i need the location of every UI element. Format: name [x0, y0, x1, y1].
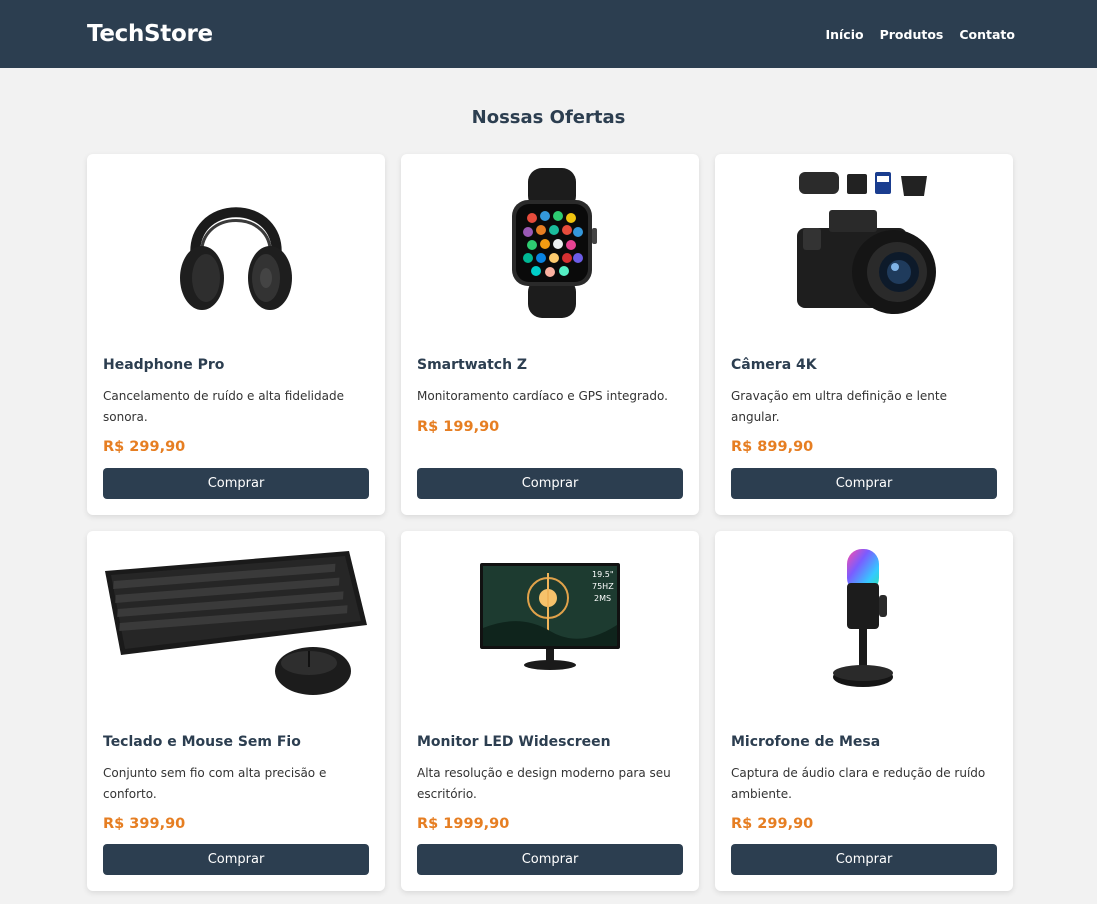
microphone-image — [731, 543, 997, 695]
monitor-spec-response: 2MS — [594, 594, 611, 603]
product-price: R$ 199,90 — [417, 418, 500, 435]
product-price: R$ 299,90 — [731, 816, 814, 832]
brand-logo[interactable]: TechStore — [87, 21, 213, 47]
product-description: Alta resolução e design moderno para seu… — [417, 766, 671, 801]
product-description: Cancelamento de ruído e alta fidelidade … — [103, 389, 344, 424]
product-title: Monitor LED Widescreen — [417, 734, 611, 750]
product-price: R$ 299,90 — [103, 439, 186, 455]
product-price: R$ 899,90 — [731, 439, 814, 455]
product-card-microphone: Microfone de Mesa Captura de áudio clara… — [715, 531, 1013, 891]
buy-button[interactable]: Comprar — [103, 468, 369, 499]
product-card-camera: Câmera 4K Gravação em ultra definição e … — [715, 154, 1013, 515]
product-description: Conjunto sem fio com alta precisão e con… — [103, 766, 327, 801]
product-title: Microfone de Mesa — [731, 734, 881, 750]
nav-link-contato[interactable]: Contato — [959, 27, 1015, 42]
product-grid: Headphone Pro Cancelamento de ruído e al… — [87, 154, 1015, 891]
product-card-smartwatch: Smartwatch Z Monitoramento cardíaco e GP… — [401, 154, 699, 515]
nav-link-produtos[interactable]: Produtos — [880, 27, 944, 42]
product-price: R$ 399,90 — [103, 816, 186, 832]
nav-link-inicio[interactable]: Início — [825, 27, 863, 42]
top-navbar: TechStore Início Produtos Contato — [0, 0, 1097, 68]
buy-button[interactable]: Comprar — [103, 844, 369, 875]
buy-button[interactable]: Comprar — [731, 468, 997, 499]
camera-image — [731, 166, 997, 318]
product-title: Teclado e Mouse Sem Fio — [103, 734, 301, 750]
smartwatch-image — [417, 166, 683, 318]
section-title: Nossas Ofertas — [471, 107, 626, 128]
buy-button[interactable]: Comprar — [417, 468, 683, 499]
monitor-image: 19.5" 75HZ 2MS — [417, 543, 683, 695]
product-description: Monitoramento cardíaco e GPS integrado. — [417, 389, 668, 403]
monitor-spec-size: 19.5" — [592, 570, 614, 579]
product-description: Captura de áudio clara e redução de ruíd… — [731, 766, 986, 801]
product-price: R$ 1999,90 — [417, 816, 510, 832]
product-title: Headphone Pro — [103, 357, 225, 373]
product-card-monitor: 19.5" 75HZ 2MS Monitor LED Widescreen Al… — [401, 531, 699, 891]
product-title: Câmera 4K — [731, 357, 817, 373]
main-nav: Início Produtos Contato — [825, 27, 1015, 42]
product-card-headphone: Headphone Pro Cancelamento de ruído e al… — [87, 154, 385, 515]
product-title: Smartwatch Z — [417, 357, 528, 373]
product-card-keyboard-mouse: Teclado e Mouse Sem Fio Conjunto sem fio… — [87, 531, 385, 891]
buy-button[interactable]: Comprar — [731, 844, 997, 875]
monitor-spec-refresh: 75HZ — [592, 582, 614, 591]
product-description: Gravação em ultra definição e lente angu… — [731, 389, 947, 424]
keyboard-mouse-image — [103, 543, 369, 695]
headphone-image — [103, 166, 369, 318]
buy-button[interactable]: Comprar — [417, 844, 683, 875]
